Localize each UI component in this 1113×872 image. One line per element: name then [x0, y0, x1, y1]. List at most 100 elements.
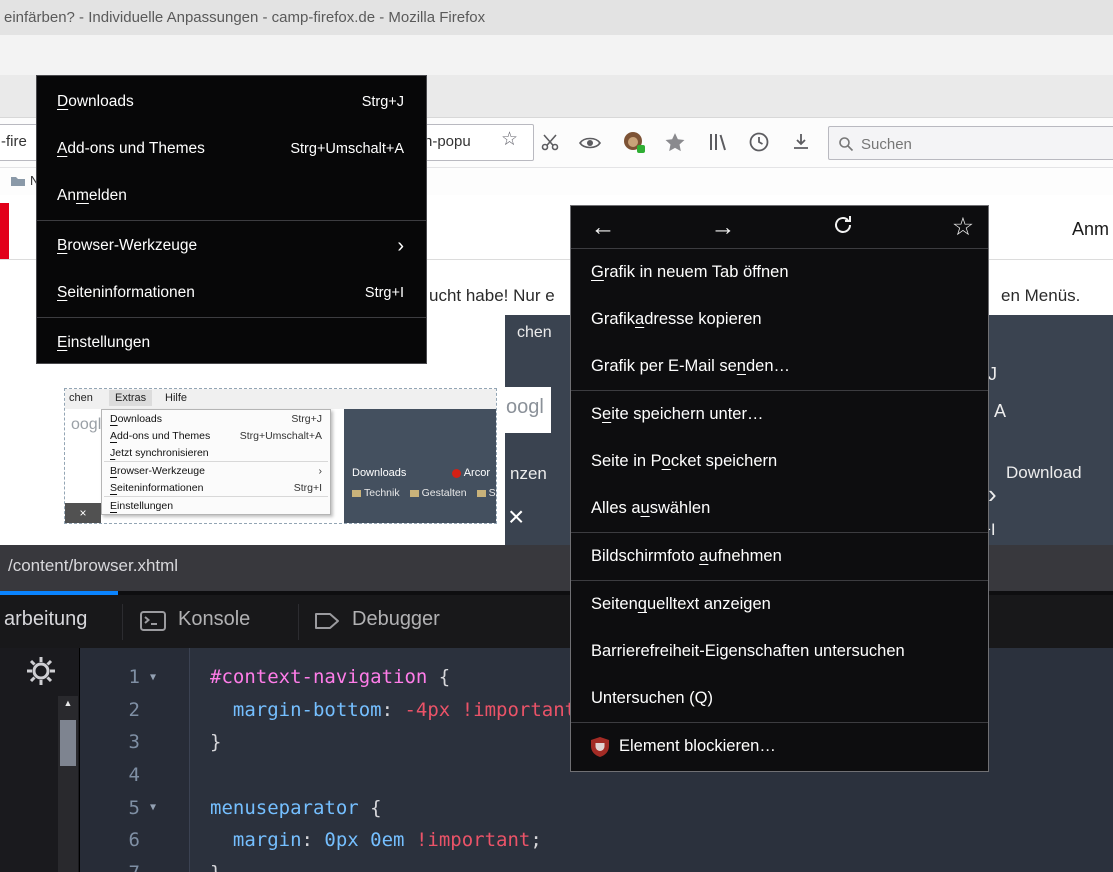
shot2-menubar-fragment: chen — [517, 324, 552, 342]
submenu-arrow-icon: › — [397, 236, 404, 256]
tab-divider — [298, 604, 299, 640]
devtools-stylesheet-path: /content/browser.xhtml — [8, 556, 178, 576]
scrollbar-thumb[interactable] — [60, 720, 76, 766]
shot1-bookmark-downloads: Downloads — [352, 467, 406, 479]
search-magnifier-icon — [838, 136, 854, 152]
extras-menu-item-addons[interactable]: Add-ons und ThemesStrg+Umschalt+A — [37, 125, 426, 172]
forward-icon[interactable]: → — [701, 215, 745, 240]
extras-menu-item-browser-werkzeuge[interactable]: Browser-Werkzeuge› — [37, 222, 426, 269]
extras-menu-item-einstellungen[interactable]: Einstellungen — [37, 319, 426, 366]
shot2-google-box: oogl — [505, 387, 551, 433]
firefox-window: einfärben? - Individuelle Anpassungen - … — [0, 0, 1113, 872]
context-menu-item-save-to-pocket[interactable]: Seite in Pocket speichern — [571, 438, 988, 485]
bookmark-star-icon[interactable]: ☆ — [501, 128, 518, 151]
list-item: Jetzt synchronisieren — [102, 444, 330, 461]
shot1-extras-menu: DownloadsStrg+J Add-ons und ThemesStrg+U… — [101, 409, 331, 515]
ublock-shield-icon — [591, 737, 609, 757]
shot2-text-fragment: nzen — [510, 464, 547, 484]
list-item: SeiteninformationenStrg+I — [102, 479, 330, 496]
screenshot-scissors-icon[interactable] — [540, 132, 560, 157]
code-line: 6 margin: 0px 0em !important; — [80, 824, 1113, 857]
history-clock-icon[interactable] — [748, 131, 770, 158]
gear-icon[interactable] — [24, 654, 58, 693]
context-menu-item-email-image[interactable]: Grafik per E-Mail senden… — [571, 343, 988, 390]
url-text-fragment-left: -fire — [1, 133, 27, 150]
library-icon[interactable] — [708, 132, 728, 157]
embedded-screenshot-1: chen Extras Hilfe oogl DownloadsStrg+J A… — [64, 388, 497, 524]
shot1-menubar-extras: Extras — [109, 390, 152, 406]
extras-menu-item-anmelden[interactable]: Anmelden — [37, 172, 426, 219]
back-icon[interactable]: ← — [581, 215, 625, 240]
shot1-menubar: chen Extras Hilfe — [65, 389, 496, 409]
folder-icon — [352, 490, 361, 497]
folder-icon — [410, 490, 419, 497]
console-icon — [140, 611, 166, 636]
extras-dropdown-menu: DownloadsStrg+J Add-ons und ThemesStrg+U… — [36, 75, 427, 364]
window-title: einfärben? - Individuelle Anpassungen - … — [4, 0, 485, 35]
shortcut-label: Strg+Umschalt+A — [290, 141, 404, 157]
extras-menu-item-downloads[interactable]: DownloadsStrg+J — [37, 78, 426, 125]
menubar: en Extras Hilfe — [0, 35, 1113, 75]
code-line: 5▼menuseparator { — [80, 791, 1113, 824]
debugger-icon — [314, 611, 340, 636]
shot2-download-fragment: Download — [1006, 463, 1082, 483]
shot2-shortcut-fragment-a: A — [994, 401, 1006, 422]
signin-link-fragment[interactable]: Anm — [1072, 219, 1109, 240]
context-menu-item-block-element[interactable]: Element blockieren… — [571, 723, 988, 770]
search-input[interactable] — [859, 127, 1103, 161]
shot2-google-fragment: oogl — [506, 396, 544, 419]
list-item: DownloadsStrg+J — [102, 410, 330, 427]
context-menu-item-accessibility[interactable]: Barrierefreiheit-Eigenschaften untersuch… — [571, 628, 988, 675]
shot1-bookmark-folders: Technik Gestalten Spiele — [352, 487, 497, 499]
reload-icon[interactable] — [821, 213, 865, 242]
context-menu-item-open-image-new-tab[interactable]: Grafik in neuem Tab öffnen — [571, 249, 988, 296]
context-menu-item-select-all[interactable]: Alles auswählen — [571, 485, 988, 532]
context-menu-item-view-page-source[interactable]: Seitenquelltext anzeigen — [571, 581, 988, 628]
list-item: Add-ons und ThemesStrg+Umschalt+A — [102, 427, 330, 444]
image-context-menu: ← → ☆ Grafik in neuem Tab öffnen Grafika… — [570, 205, 989, 772]
site-logo-bar — [0, 203, 9, 260]
context-menu-item-save-page-as[interactable]: Seite speichern unter… — [571, 391, 988, 438]
monkey-addon-icon[interactable] — [622, 130, 646, 159]
tab-style-editor[interactable]: arbeitung — [4, 608, 87, 631]
bookmark-folder-icon — [10, 174, 26, 192]
list-item: Einstellungen — [102, 497, 330, 514]
tab-debugger[interactable]: Debugger — [352, 608, 440, 631]
menu-separator — [37, 317, 426, 318]
eye-icon[interactable] — [578, 135, 602, 156]
context-menu-item-take-screenshot[interactable]: Bildschirmfoto aufnehmen — [571, 533, 988, 580]
shot1-bookmark-arcor: Arcor — [452, 467, 490, 479]
tab-divider — [122, 604, 123, 640]
sidebar-scrollbar[interactable]: ▲ — [58, 696, 78, 872]
url-text-fragment-right: n-popu — [424, 133, 471, 150]
menu-separator — [37, 220, 426, 221]
shot2-close-icon: × — [508, 501, 524, 533]
download-icon[interactable] — [790, 131, 812, 158]
bookmark-star-icon[interactable]: ☆ — [941, 215, 985, 240]
context-menu-nav-row: ← → ☆ — [571, 206, 988, 249]
shot1-browser-chrome: Downloads Arcor Technik Gestalten Spiele — [344, 409, 496, 523]
shot1-google-fragment: oogl — [71, 416, 101, 434]
context-menu-item-copy-image-address[interactable]: Grafikadresse kopieren — [571, 296, 988, 343]
body-text-fragment-right: en Menüs. — [1001, 286, 1080, 306]
extras-menu-item-seiteninformationen[interactable]: SeiteninformationenStrg+I — [37, 269, 426, 316]
shortcut-label: Strg+I — [365, 285, 404, 301]
tab-konsole[interactable]: Konsole — [178, 608, 250, 631]
scrollbar-up-arrow-icon[interactable]: ▲ — [58, 698, 78, 708]
shot2-shortcut-fragment-j: J — [988, 364, 997, 385]
shot1-close-icon: × — [65, 503, 101, 523]
context-menu-item-inspect[interactable]: Untersuchen (Q) — [571, 675, 988, 722]
folder-icon — [477, 490, 486, 497]
star-addon-icon[interactable] — [664, 132, 686, 159]
style-editor-sidebar: ▲ — [0, 648, 80, 872]
body-text-fragment-left: ucht habe! Nur e — [429, 286, 555, 306]
shot2-submenu-arrow-icon: › — [988, 479, 997, 510]
shot1-menubar-hilfe: Hilfe — [165, 392, 187, 404]
shortcut-label: Strg+J — [362, 94, 404, 110]
shot1-menubar-cut: chen — [69, 392, 93, 404]
arcor-logo-icon — [452, 469, 461, 478]
window-titlebar: einfärben? - Individuelle Anpassungen - … — [0, 0, 1113, 35]
search-field[interactable] — [828, 126, 1113, 160]
list-item: Browser-Werkzeuge› — [102, 462, 330, 479]
code-line: 7} — [80, 857, 1113, 872]
